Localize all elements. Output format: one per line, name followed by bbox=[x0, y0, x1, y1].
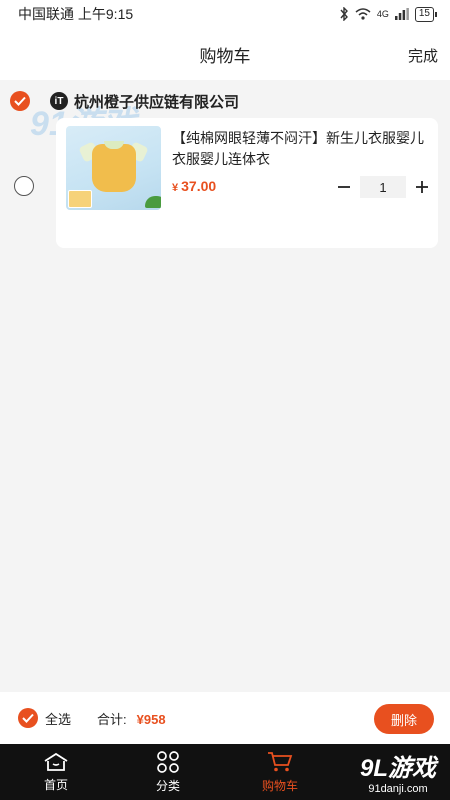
select-all-toggle[interactable]: 全选 bbox=[18, 708, 71, 728]
done-button[interactable]: 完成 bbox=[408, 45, 438, 66]
battery-icon: 15 bbox=[414, 6, 438, 22]
item-select-checkbox[interactable] bbox=[14, 176, 34, 196]
wifi-icon bbox=[355, 8, 371, 20]
tab-home[interactable]: 首页 bbox=[0, 744, 112, 800]
cart-footer: 全选 合计: ¥958 删除 bbox=[0, 692, 450, 744]
product-thumbnail bbox=[68, 190, 92, 208]
shop-select-checkbox[interactable] bbox=[10, 91, 30, 111]
leaf-decoration bbox=[145, 196, 161, 208]
delete-button[interactable]: 删除 bbox=[374, 704, 434, 734]
carrier-time: 中国联通 上午9:15 bbox=[18, 6, 134, 22]
currency-symbol: ¥ bbox=[172, 182, 179, 194]
shop-icon: iT bbox=[50, 92, 68, 110]
tab-category-label: 分类 bbox=[155, 778, 180, 793]
tab-cart[interactable]: 购物车 bbox=[224, 744, 336, 800]
signal-icon bbox=[394, 8, 409, 20]
decrease-quantity-button[interactable] bbox=[334, 177, 354, 197]
status-bar: 中国联通 上午9:15 4G 15 bbox=[0, 0, 450, 28]
increase-quantity-button[interactable] bbox=[412, 177, 432, 197]
tab-cart-label: 购物车 bbox=[261, 778, 298, 793]
status-icons: 4G 15 bbox=[339, 6, 438, 22]
plus-icon bbox=[416, 181, 428, 193]
cart-icon bbox=[268, 751, 293, 771]
product-price: ¥37.00 bbox=[172, 178, 216, 194]
brand-watermark: 9L游戏 91danji.com bbox=[360, 748, 436, 795]
network-type: 4G bbox=[376, 9, 389, 19]
total-amount: ¥958 bbox=[136, 711, 166, 727]
product-title[interactable]: 【纯棉网眼轻薄不闷汗】新生儿衣服婴儿衣服婴儿连体衣 bbox=[172, 128, 430, 170]
check-icon bbox=[14, 96, 26, 106]
shop-row: iT 杭州橙子供应链有限公司 bbox=[10, 86, 440, 116]
home-icon bbox=[44, 752, 68, 771]
tab-home-label: 首页 bbox=[43, 777, 68, 792]
quantity-input[interactable]: 1 bbox=[360, 176, 406, 198]
category-icon bbox=[157, 750, 179, 773]
brand-watermark-text: 9L游戏 bbox=[359, 755, 436, 782]
cart-item-card: 【纯棉网眼轻薄不闷汗】新生儿衣服婴儿衣服婴儿连体衣 ¥37.00 1 bbox=[56, 118, 438, 248]
check-icon bbox=[22, 713, 34, 723]
total-label: 合计: bbox=[97, 711, 127, 727]
tab-category[interactable]: 分类 bbox=[112, 744, 224, 800]
select-all-checkbox[interactable] bbox=[18, 708, 38, 728]
header: 购物车 完成 bbox=[0, 28, 450, 80]
shop-name[interactable]: 杭州橙子供应链有限公司 bbox=[74, 91, 239, 112]
product-image[interactable] bbox=[66, 126, 161, 210]
bluetooth-icon bbox=[340, 7, 348, 21]
minus-icon bbox=[338, 186, 350, 188]
quantity-stepper: 1 bbox=[334, 175, 432, 199]
romper-body bbox=[92, 144, 136, 192]
select-all-label: 全选 bbox=[45, 711, 72, 727]
price-value: 37.00 bbox=[181, 178, 217, 194]
page-title: 购物车 bbox=[199, 46, 251, 66]
brand-watermark-url: 91danji.com bbox=[368, 783, 428, 795]
total-price: 合计: ¥958 bbox=[97, 709, 166, 728]
